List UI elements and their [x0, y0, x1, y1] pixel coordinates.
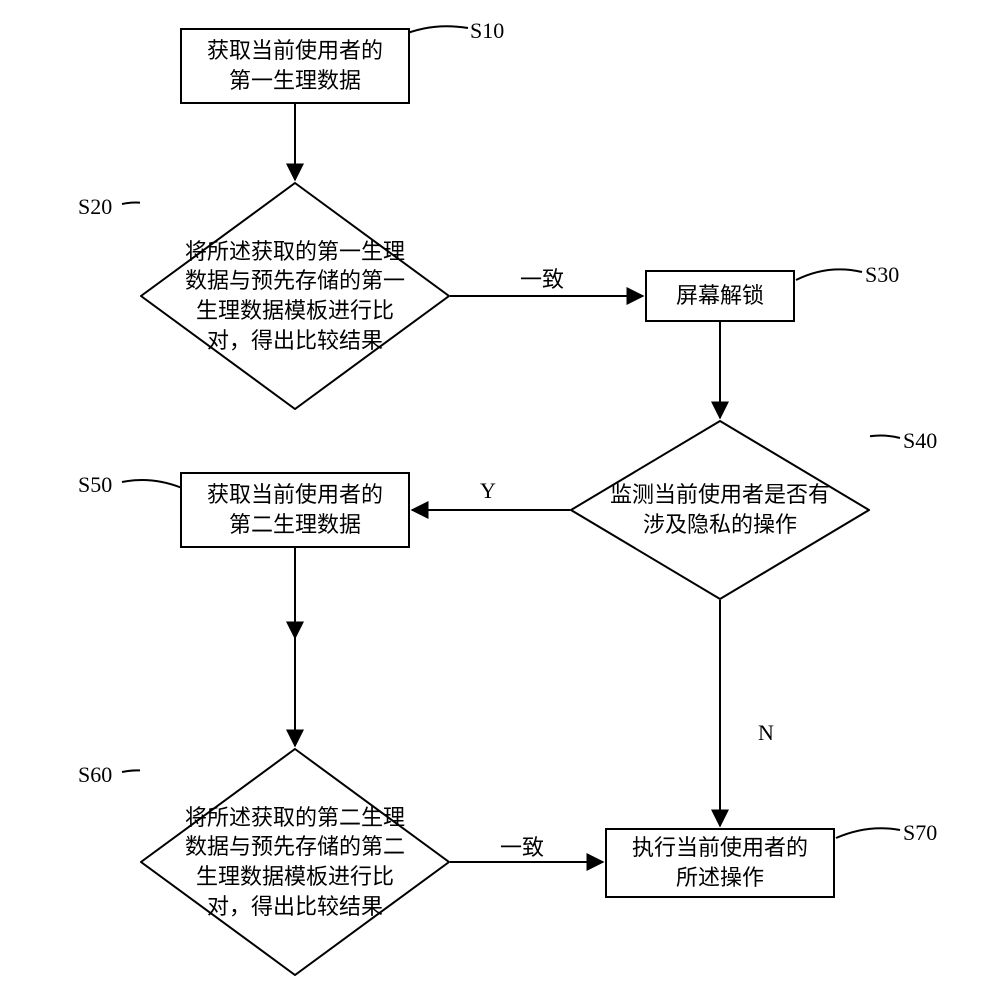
flowchart-canvas: 获取当前使用者的 第一生理数据 S10 将所述获取的第一生理数据与预先存储的第一…	[0, 0, 999, 1000]
edge-label-s40-s50: Y	[480, 478, 496, 504]
node-s70: 执行当前使用者的 所述操作	[605, 828, 835, 898]
node-s60-text: 将所述获取的第二生理数据与预先存储的第二生理数据模板进行比对，得出比较结果	[140, 748, 450, 976]
node-s60: 将所述获取的第二生理数据与预先存储的第二生理数据模板进行比对，得出比较结果	[140, 748, 450, 976]
node-s40: 监测当前使用者是否有涉及隐私的操作	[570, 420, 870, 600]
edge-label-s20-s30: 一致	[520, 262, 564, 294]
edge-label-s60-s70: 一致	[500, 830, 544, 862]
label-s50: S50	[78, 472, 112, 498]
edge-label-s40-s70: N	[758, 720, 774, 746]
node-s20-text: 将所述获取的第一生理数据与预先存储的第一生理数据模板进行比对，得出比较结果	[140, 182, 450, 410]
node-s30: 屏幕解锁	[645, 270, 795, 322]
label-s20: S20	[78, 194, 112, 220]
label-s40: S40	[903, 428, 937, 454]
node-s50: 获取当前使用者的 第二生理数据	[180, 472, 410, 548]
node-s20: 将所述获取的第一生理数据与预先存储的第一生理数据模板进行比对，得出比较结果	[140, 182, 450, 410]
label-s70: S70	[903, 820, 937, 846]
node-s40-text: 监测当前使用者是否有涉及隐私的操作	[570, 420, 870, 600]
label-s10: S10	[470, 18, 504, 44]
label-s60: S60	[78, 762, 112, 788]
label-s30: S30	[865, 262, 899, 288]
node-s10: 获取当前使用者的 第一生理数据	[180, 28, 410, 104]
